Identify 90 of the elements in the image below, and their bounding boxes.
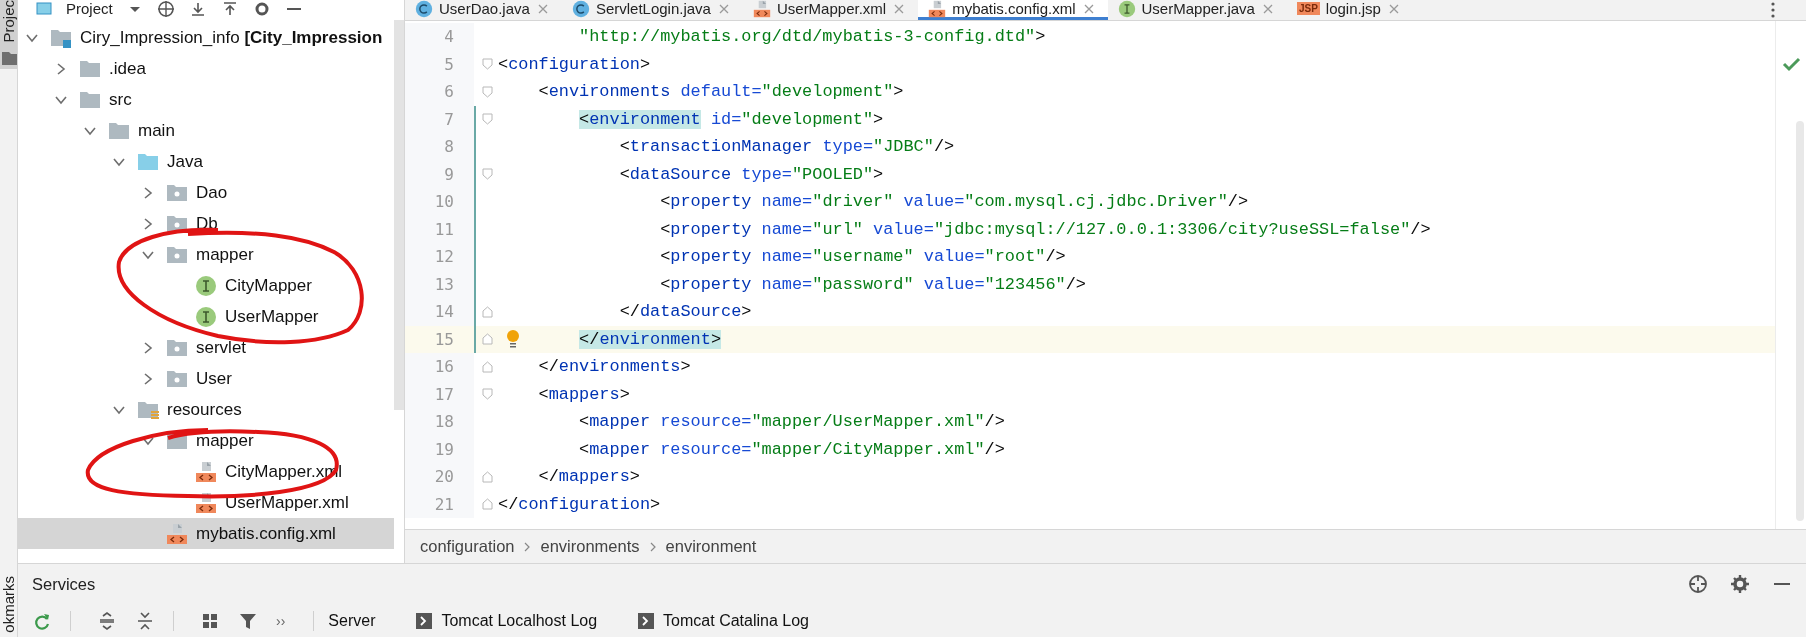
code-line: </configuration>	[498, 494, 661, 514]
interface-icon	[195, 274, 217, 297]
line-number: 16	[405, 353, 474, 381]
tree-item[interactable]: mapper	[18, 239, 394, 270]
xml-file-icon	[195, 460, 217, 483]
terminal-icon	[637, 611, 656, 630]
crosshair-icon[interactable]	[156, 0, 175, 18]
xml-file-icon	[928, 0, 947, 18]
panel-title[interactable]: Project	[66, 0, 113, 18]
tree-item[interactable]: CityMapper	[18, 270, 394, 301]
jsp-file-icon: JSP	[1296, 2, 1320, 15]
tree-item[interactable]: Ciry_Impression_info [City_Impression	[18, 22, 394, 53]
service-tab[interactable]: Server	[322, 611, 390, 630]
line-number: 4	[405, 23, 474, 51]
code-line: </mappers>	[537, 467, 640, 487]
code-line: <dataSource type="POOLED">	[618, 164, 884, 184]
class-icon	[571, 0, 590, 18]
line-number: 5	[405, 50, 474, 78]
line-number: 18	[405, 408, 474, 436]
line-number: 21	[405, 490, 474, 518]
breadcrumb[interactable]: environment	[665, 537, 757, 556]
overflow-chevrons[interactable]: ››	[276, 612, 286, 629]
code-line: <environments default="development">	[537, 82, 904, 102]
xml-file-icon	[166, 522, 188, 545]
interface-icon	[195, 305, 217, 328]
editor-tab[interactable]: mybatis.config.xml	[918, 0, 1108, 20]
panel-title: Services	[32, 574, 96, 594]
code-line: </environments>	[537, 357, 691, 377]
tree-item[interactable]: servlet	[18, 332, 394, 363]
collapse-all-icon[interactable]	[135, 610, 155, 631]
editor-tab[interactable]: UserDao.java	[405, 0, 562, 20]
code-line: <mapper resource="mapper/UserMapper.xml"/>	[578, 412, 1005, 432]
line-number: 9	[405, 160, 474, 188]
window-icon	[36, 1, 52, 17]
code-line: <property name="username" value="root"/>	[659, 247, 1066, 267]
side-tab[interactable]: okmarks	[0, 576, 17, 637]
lightbulb-icon[interactable]	[505, 328, 521, 348]
code-line: </environment>	[578, 329, 721, 349]
code-line: <transactionManager type="JDBC"/>	[618, 137, 955, 157]
terminal-icon	[415, 611, 434, 630]
line-number: 13	[405, 270, 474, 298]
code-line: </dataSource>	[618, 302, 752, 322]
code-line: <property name="driver" value="com.mysql.cj.jdbc.Driver"/>	[659, 192, 1249, 212]
tree-item[interactable]: User	[18, 363, 394, 394]
editor-tab[interactable]: ServletLogin.java	[561, 0, 743, 20]
tree-item[interactable]: UserMapper.xml	[18, 487, 394, 518]
service-tab[interactable]: Tomcat Localhost Log	[409, 611, 612, 630]
tree-item[interactable]: .idea	[18, 53, 394, 84]
code-line: <property name="url" value="jdbc:mysql://127.0.0.1:3306/city?useSSL=false"/>	[659, 219, 1431, 239]
code-line: <configuration>	[498, 54, 651, 74]
code-line: <environment id="development">	[578, 109, 884, 129]
code-line: "http://mybatis.org/dtd/mybatis-3-config.dtd">	[578, 27, 1046, 47]
editor-tab[interactable]: JSP login.jsp	[1286, 0, 1413, 20]
breadcrumb[interactable]: configuration	[420, 537, 515, 556]
line-number: 11	[405, 215, 474, 243]
line-number: 6	[405, 78, 474, 106]
tree-item[interactable]: mapper	[18, 425, 394, 456]
tree-item[interactable]: UserMapper	[18, 301, 394, 332]
crosshair-icon[interactable]	[1688, 574, 1708, 594]
line-number: 17	[405, 380, 474, 408]
interface-icon	[1117, 0, 1136, 18]
line-number: 14	[405, 298, 474, 326]
side-tab[interactable]: Projec	[0, 0, 17, 69]
more-icon[interactable]	[1770, 1, 1776, 19]
code-line: <property name="password" value="123456"/>	[659, 274, 1086, 294]
checkmark-icon	[1782, 55, 1801, 73]
breadcrumb[interactable]: environments	[540, 537, 640, 556]
service-tab[interactable]: Tomcat Catalina Log	[631, 611, 823, 630]
class-icon	[415, 0, 433, 18]
scrollbar[interactable]	[394, 20, 404, 410]
line-number: 8	[405, 133, 474, 161]
tree-item[interactable]: resources	[18, 394, 394, 425]
xml-file-icon	[195, 491, 217, 514]
tree-item[interactable]: mybatis.config.xml	[18, 518, 394, 549]
settings-icon[interactable]	[1730, 574, 1750, 594]
expand-all-icon[interactable]	[97, 610, 117, 631]
line-number: 12	[405, 243, 474, 271]
tree-item[interactable]: Dao	[18, 177, 394, 208]
tree-item[interactable]: src	[18, 84, 394, 115]
xml-file-icon	[752, 0, 771, 18]
tree-item[interactable]: Java	[18, 146, 394, 177]
line-number: 7	[405, 105, 474, 133]
editor-tab[interactable]: UserMapper.xml	[742, 0, 919, 20]
code-line: <mapper resource="mapper/CityMapper.xml"/>	[578, 439, 1005, 459]
code-line: <mappers>	[537, 384, 630, 404]
line-number: 10	[405, 188, 474, 216]
line-number: 20	[405, 463, 474, 491]
tree-item[interactable]: main	[18, 115, 394, 146]
editor-tab[interactable]: UserMapper.java	[1107, 0, 1287, 20]
line-number: 19	[405, 435, 474, 463]
